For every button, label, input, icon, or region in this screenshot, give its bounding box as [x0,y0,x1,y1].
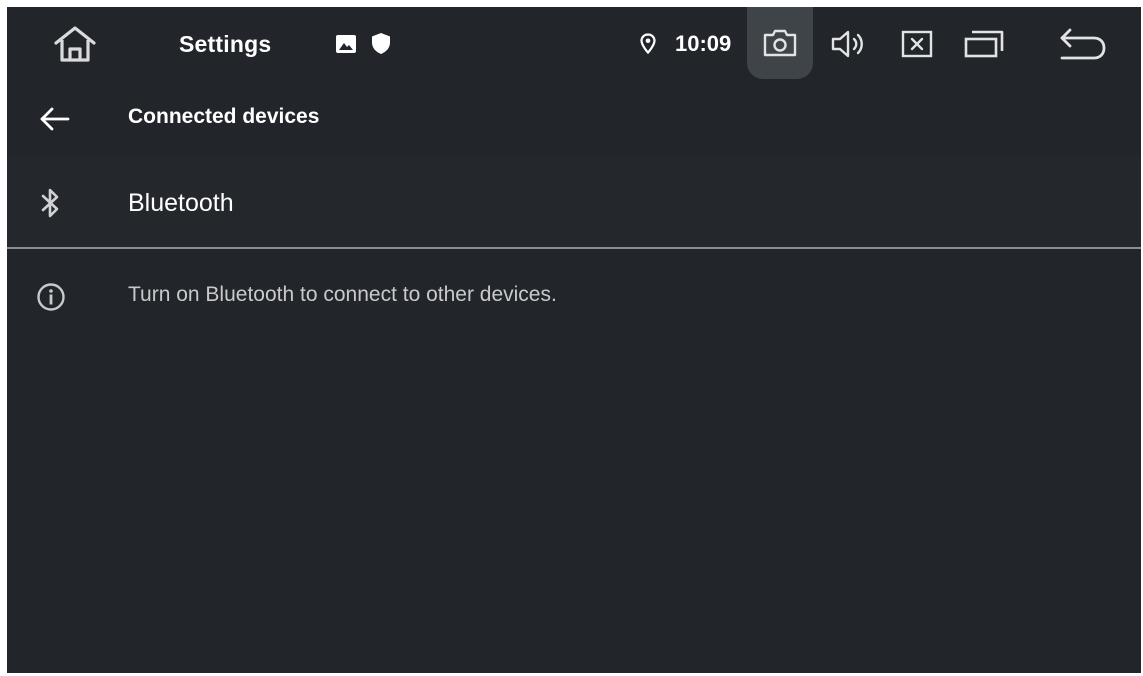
info-footer: Turn on Bluetooth to connect to other de… [7,269,1141,319]
app-bar: Connected devices [7,81,1141,157]
home-button[interactable] [45,21,105,67]
navigate-back-button[interactable] [31,101,77,137]
screenshot-button[interactable] [747,7,813,79]
volume-button[interactable] [826,23,872,65]
recents-button[interactable] [959,23,1009,65]
back-button[interactable] [1053,21,1113,67]
shield-icon [371,32,391,54]
gallery-icon [335,33,357,55]
info-message: Turn on Bluetooth to connect to other de… [128,283,557,306]
app-title: Settings [179,30,272,57]
divider [7,247,1141,249]
close-box-icon [901,30,933,58]
bluetooth-icon [35,185,67,221]
back-arrow-icon [1060,28,1106,60]
camera-icon [763,29,797,57]
arrow-left-icon [40,107,70,131]
list-item-bluetooth[interactable]: Bluetooth [7,157,1141,247]
volume-icon [831,30,863,58]
list-item-label: Bluetooth [128,189,234,217]
device-screen: Settings 10:09 Connected devices Bluetoo… [7,7,1141,673]
recents-icon [964,30,1004,58]
info-icon [35,281,67,313]
close-button[interactable] [894,23,940,65]
home-icon [54,26,96,62]
status-clock: 10:09 [675,31,732,56]
page-title: Connected devices [128,105,320,128]
location-pin-icon [638,32,658,54]
status-bar: Settings 10:09 [7,7,1141,81]
